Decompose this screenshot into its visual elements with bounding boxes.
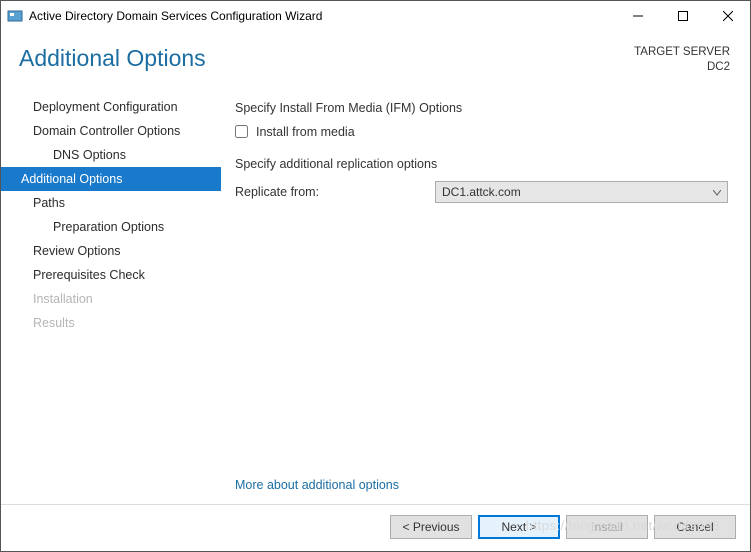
next-button[interactable]: Next > (478, 515, 560, 539)
nav-paths[interactable]: Paths (1, 191, 221, 215)
ifm-heading: Specify Install From Media (IFM) Options (235, 101, 728, 115)
nav-preparation-options[interactable]: Preparation Options (1, 215, 221, 239)
close-button[interactable] (705, 1, 750, 31)
nav-results: Results (1, 311, 221, 335)
replicate-from-value: DC1.attck.com (442, 185, 521, 199)
more-about-link[interactable]: More about additional options (235, 478, 728, 492)
footer: < Previous Next > Install Cancel https:/… (1, 504, 750, 551)
target-server: TARGET SERVER DC2 (634, 45, 730, 75)
titlebar: Active Directory Domain Services Configu… (1, 1, 750, 31)
header: Additional Options TARGET SERVER DC2 (1, 31, 750, 83)
replicate-from-label: Replicate from: (235, 185, 435, 199)
window-title: Active Directory Domain Services Configu… (29, 9, 615, 23)
nav-domain-controller-options[interactable]: Domain Controller Options (1, 119, 221, 143)
previous-button[interactable]: < Previous (390, 515, 472, 539)
replicate-from-dropdown[interactable]: DC1.attck.com (435, 181, 728, 203)
install-from-media-label[interactable]: Install from media (256, 125, 355, 139)
app-icon (7, 8, 23, 24)
nav-review-options[interactable]: Review Options (1, 239, 221, 263)
chevron-down-icon (713, 185, 721, 199)
replication-heading: Specify additional replication options (235, 157, 728, 171)
target-server-label: TARGET SERVER (634, 45, 730, 60)
nav-deployment-configuration[interactable]: Deployment Configuration (1, 95, 221, 119)
install-button: Install (566, 515, 648, 539)
nav-prerequisites-check[interactable]: Prerequisites Check (1, 263, 221, 287)
sidebar: Deployment Configuration Domain Controll… (1, 83, 221, 504)
install-from-media-checkbox[interactable] (235, 125, 248, 138)
nav-installation: Installation (1, 287, 221, 311)
content: Specify Install From Media (IFM) Options… (221, 83, 750, 504)
nav-dns-options[interactable]: DNS Options (1, 143, 221, 167)
minimize-button[interactable] (615, 1, 660, 31)
nav-additional-options[interactable]: Additional Options (1, 167, 221, 191)
maximize-button[interactable] (660, 1, 705, 31)
cancel-button[interactable]: Cancel (654, 515, 736, 539)
page-title: Additional Options (19, 45, 634, 75)
target-server-value: DC2 (634, 60, 730, 75)
